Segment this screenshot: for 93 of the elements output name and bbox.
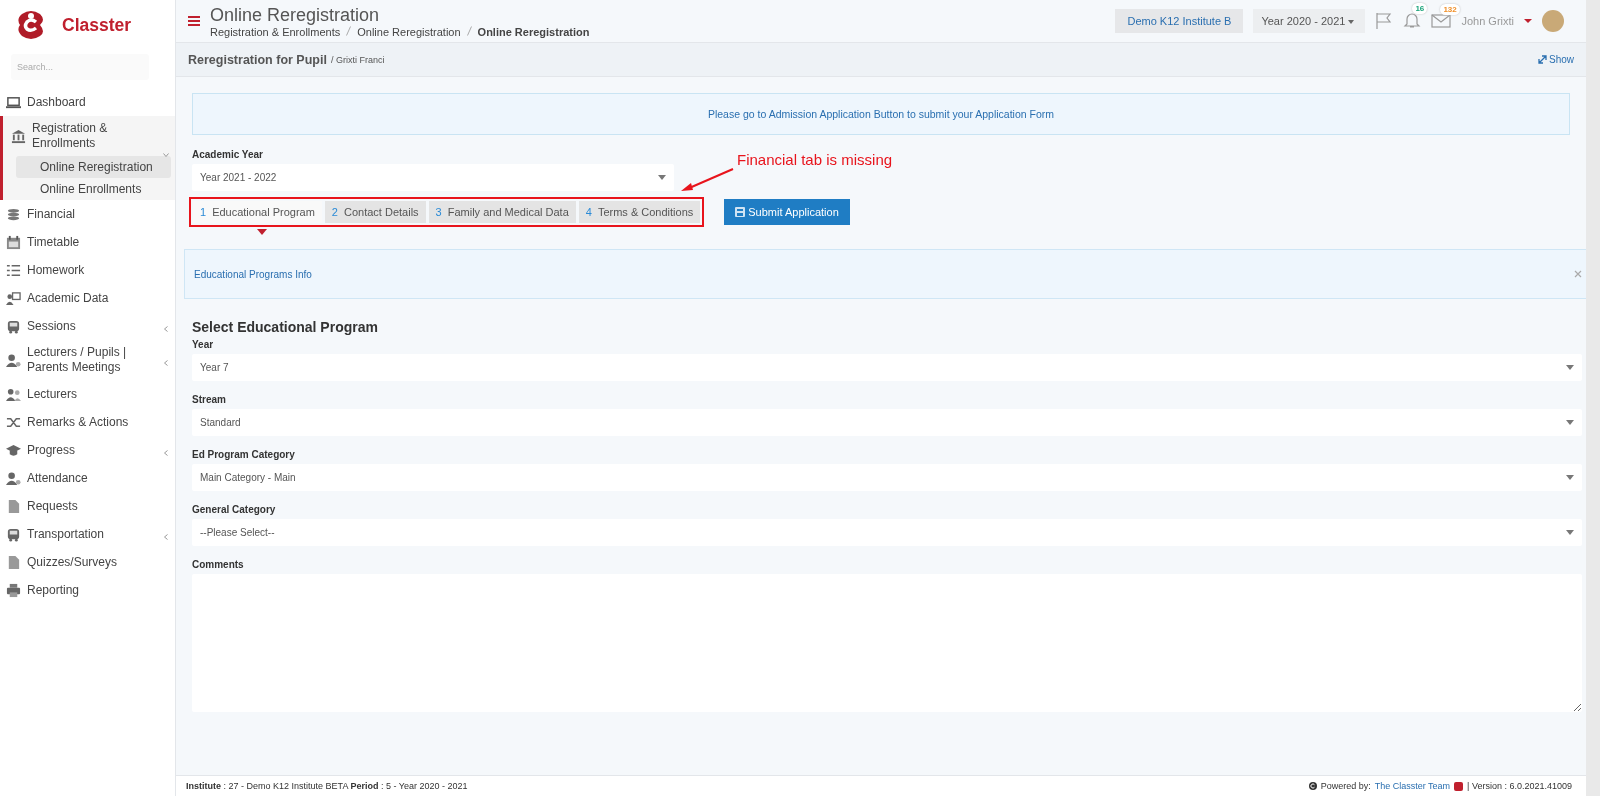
submenu-item[interactable]: Online Reregistration: [16, 156, 171, 178]
brand-name: Classter: [62, 14, 132, 36]
dropdown-field[interactable]: Main Category - Main: [192, 464, 1582, 491]
annotation-arrow: [679, 167, 735, 193]
footer-info: Institute : 27 - Demo K12 Institute BETA Period : 5 - Year 2020 - 2021: [186, 781, 469, 791]
sidebar-item[interactable]: Attendance: [0, 464, 175, 492]
bank-icon: [11, 128, 26, 144]
breadcrumb-current: Online Reregistration: [477, 26, 590, 38]
user-avatar[interactable]: [1542, 10, 1564, 32]
sidebar-item[interactable]: Lecturers / Pupils | Parents Meetings: [0, 340, 175, 380]
laptop-icon: [6, 94, 21, 110]
caret-icon: [1566, 420, 1574, 425]
sidebar-item[interactable]: Quizzes/Surveys: [0, 548, 175, 576]
comments-field[interactable]: [192, 574, 1582, 712]
copyright-icon: [1308, 782, 1317, 790]
breadcrumb-link[interactable]: Registration & Enrollments: [210, 26, 341, 38]
field-label: Stream: [192, 394, 227, 405]
pupil-name: / Grixti Franci: [330, 54, 386, 65]
submenu-item[interactable]: Online Enrollments: [16, 178, 171, 200]
sidebar-item[interactable]: Progress: [0, 436, 175, 464]
scrollbar[interactable]: [1586, 0, 1600, 796]
dropdown-field[interactable]: Standard: [192, 409, 1582, 436]
caret-icon: [1566, 475, 1574, 480]
sidebar-item[interactable]: Financial: [0, 200, 175, 228]
slash-separator-icon: [466, 26, 472, 36]
caret-icon: [658, 175, 666, 180]
panel-title: Educational Programs Info: [194, 268, 313, 280]
step-tab[interactable]: 2 Contact Details: [324, 201, 426, 223]
sidebar-item[interactable]: Sessions: [0, 312, 175, 340]
info-message: Please go to Admission Application Button to submit your Application Form: [192, 93, 1570, 135]
envelope-icon: [1431, 12, 1452, 28]
caret-icon: [1566, 530, 1574, 535]
page-title: Online Reregistration: [210, 4, 381, 26]
sidebar-item[interactable]: Academic Data: [0, 284, 175, 312]
slash-separator-icon: [346, 26, 352, 36]
field-label: General Category: [192, 504, 277, 515]
flag-icon: [1375, 12, 1394, 30]
section-title: Reregistration for Pupil: [188, 52, 327, 67]
dropdown-field[interactable]: Year 7: [192, 354, 1582, 381]
classter-logo-icon: [1454, 781, 1464, 791]
close-icon[interactable]: [1574, 270, 1582, 278]
institute-button[interactable]: Demo K12 Institute B: [1115, 9, 1244, 33]
checklist-icon: [6, 262, 21, 278]
sidebar-item[interactable]: Remarks & Actions: [0, 408, 175, 436]
dropdown-field[interactable]: --Please Select--: [192, 519, 1582, 546]
person-icon: [6, 352, 21, 368]
step-tab[interactable]: 4 Terms & Conditions: [578, 201, 701, 223]
caret-icon: [1566, 365, 1574, 370]
sidebar-item[interactable]: Registration & Enrollments: [3, 116, 175, 156]
classter-logo-icon: [16, 10, 46, 40]
field-label: Year: [192, 339, 215, 350]
sidebar-item[interactable]: Homework: [0, 256, 175, 284]
version-text: | Version : 6.0.2021.41009: [1467, 781, 1572, 791]
presenter-icon: [6, 290, 21, 306]
notification-count: 16: [1412, 3, 1428, 14]
bus-icon: [6, 526, 21, 542]
document-icon: [6, 554, 21, 570]
menu-icon[interactable]: [188, 16, 200, 26]
save-icon: [735, 207, 746, 217]
powered-by-text: Powered by:: [1320, 781, 1371, 791]
pointer-icon: [257, 229, 268, 235]
document-icon: [6, 498, 21, 514]
bus-icon: [6, 318, 21, 334]
team-link[interactable]: The Classter Team: [1374, 781, 1451, 791]
printer-icon: [6, 582, 21, 598]
form-heading: Select Educational Program: [192, 319, 379, 335]
expand-icon: [1538, 55, 1547, 64]
search-field[interactable]: Search...: [11, 54, 149, 80]
sidebar-item[interactable]: Requests: [0, 492, 175, 520]
people-icon: [6, 386, 21, 402]
breadcrumb-link[interactable]: Online Reregistration: [357, 26, 461, 38]
calendar-icon: [6, 234, 21, 250]
message-count: 132: [1440, 4, 1460, 15]
sidebar-item[interactable]: Transportation: [0, 520, 175, 548]
coins-icon: [6, 206, 21, 222]
sidebar-item[interactable]: Timetable: [0, 228, 175, 256]
sidebar-item[interactable]: Reporting: [0, 576, 175, 604]
annotation-text: Financial tab is missing: [737, 151, 893, 168]
graduation-cap-icon: [6, 442, 21, 458]
sidebar-item[interactable]: Lecturers: [0, 380, 175, 408]
bell-icon: [1403, 11, 1422, 29]
field-label: Ed Program Category: [192, 449, 296, 460]
show-link[interactable]: Show: [1538, 54, 1574, 65]
step-tab[interactable]: 1 Educational Program: [193, 201, 322, 223]
person-icon: [6, 470, 21, 486]
submit-application-button[interactable]: Submit Application: [724, 199, 850, 225]
caret-icon: [1524, 18, 1532, 24]
year-dropdown[interactable]: Year 2020 - 2021: [1253, 9, 1366, 33]
academic-year-select[interactable]: Year 2021 - 2022: [192, 164, 674, 191]
field-label: Academic Year: [192, 149, 263, 160]
step-tab[interactable]: 3 Family and Medical Data: [428, 201, 576, 223]
sidebar-item[interactable]: Dashboard: [0, 88, 175, 116]
field-label: Comments: [192, 559, 245, 570]
